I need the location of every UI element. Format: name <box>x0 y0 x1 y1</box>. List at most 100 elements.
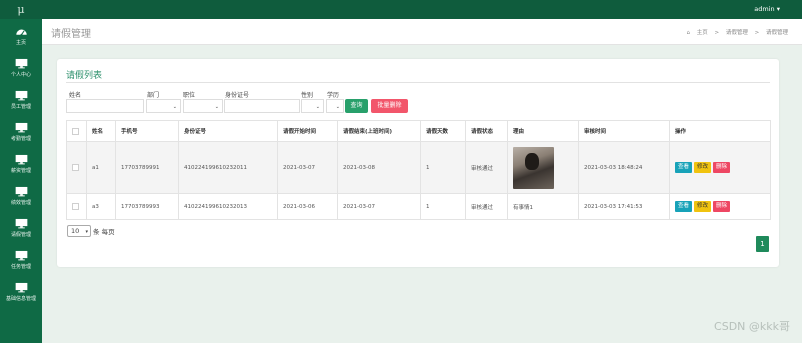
sidebar-item-employees[interactable]: 员工管理 <box>0 87 42 119</box>
page-size-label: 条 每页 <box>93 228 115 236</box>
select-all-cell <box>66 120 87 142</box>
idcard-cell: 410224199610232011 <box>178 141 278 194</box>
phone-cell: 17703789993 <box>115 193 179 220</box>
breadcrumb: ⌂ 主页 > 请假管理 > 请假管理 <box>681 28 788 36</box>
leave-table: 姓名 手机号 身份证号 请假开始时间 请假结束(上班时间) 请假天数 请假状态 … <box>66 120 771 220</box>
monitor-icon <box>15 154 27 165</box>
status-cell: 审核通过 <box>465 141 508 194</box>
batch-delete-button[interactable]: 批量删除 <box>371 99 408 113</box>
view-button[interactable]: 查看 <box>675 201 693 212</box>
sidebar-item-label: 基础信息管理 <box>5 296 36 302</box>
table-row: a1 17703789991 410224199610232011 2021-0… <box>66 141 771 194</box>
monitor-icon <box>15 90 27 101</box>
name-cell: a3 <box>86 193 116 220</box>
monitor-icon <box>15 218 27 229</box>
breadcrumb-separator: > <box>714 30 720 36</box>
chevron-down-icon: ⌄ <box>172 104 177 110</box>
sidebar-item-attendance[interactable]: 考勤管理 <box>0 119 42 151</box>
delete-button[interactable]: 删除 <box>713 201 731 212</box>
position-label: 职位 <box>183 92 196 99</box>
sidebar-item-salary[interactable]: 薪资管理 <box>0 151 42 183</box>
days-cell: 1 <box>420 141 466 194</box>
card-title: 请假列表 <box>66 71 103 81</box>
idcard-cell: 410224199610232013 <box>178 193 278 220</box>
column-header: 理由 <box>507 120 579 142</box>
name-cell: a1 <box>86 141 116 194</box>
home-icon: ⌂ <box>686 30 690 36</box>
row-checkbox[interactable] <box>72 203 79 210</box>
sidebar-item-label: 请假管理 <box>10 232 31 238</box>
status-cell: 审核通过 <box>465 193 508 220</box>
idcard-input[interactable] <box>224 99 300 113</box>
department-label: 部门 <box>147 92 160 99</box>
start-date-cell: 2021-03-07 <box>277 141 338 194</box>
view-button[interactable]: 查看 <box>675 162 693 173</box>
sidebar-item-tasks[interactable]: 任务管理 <box>0 247 42 279</box>
name-input[interactable] <box>66 99 144 113</box>
table-row: a3 17703789993 410224199610232013 2021-0… <box>66 193 771 220</box>
page-button-current[interactable]: 1 <box>756 236 769 252</box>
breadcrumb-separator: > <box>754 30 760 36</box>
top-bar: μ admin ▾ <box>0 0 802 19</box>
sidebar-item-label: 考勤管理 <box>10 136 31 142</box>
sidebar-item-label: 绩效管理 <box>10 200 31 206</box>
breadcrumb-section[interactable]: 请假管理 <box>726 30 748 36</box>
edit-button[interactable]: 修改 <box>694 162 712 173</box>
divider <box>66 82 770 83</box>
sidebar-item-label: 主页 <box>15 40 26 46</box>
edit-button[interactable]: 修改 <box>694 201 712 212</box>
gender-select[interactable]: ⌄ <box>301 99 324 113</box>
phone-cell: 17703789991 <box>115 141 179 194</box>
delete-button[interactable]: 删除 <box>713 162 731 173</box>
monitor-icon <box>15 58 27 69</box>
start-date-cell: 2021-03-06 <box>277 193 338 220</box>
chevron-down-icon: ▾ <box>85 229 88 235</box>
department-select[interactable]: ⌄ <box>146 99 181 113</box>
reason-cell <box>507 141 579 194</box>
user-menu[interactable]: admin ▾ <box>754 0 780 19</box>
column-header: 手机号 <box>115 120 179 142</box>
sidebar-item-profile[interactable]: 个人中心 <box>0 55 42 87</box>
chevron-down-icon: ⌄ <box>214 104 219 110</box>
idcard-label: 身份证号 <box>225 92 250 99</box>
select-all-checkbox[interactable] <box>72 127 79 135</box>
chevron-down-icon: ⌄ <box>315 104 320 110</box>
column-header: 请假天数 <box>420 120 466 142</box>
page-title: 请假管理 <box>51 29 91 40</box>
education-select[interactable]: ⌄ <box>326 99 344 113</box>
column-header: 姓名 <box>86 120 116 142</box>
end-date-cell: 2021-03-07 <box>337 193 421 220</box>
row-checkbox[interactable] <box>72 164 79 171</box>
audit-time-cell: 2021-03-03 18:48:24 <box>578 141 670 194</box>
monitor-icon <box>15 186 27 197</box>
table-header-row: 姓名 手机号 身份证号 请假开始时间 请假结束(上班时间) 请假天数 请假状态 … <box>66 120 771 142</box>
sidebar-item-label: 员工管理 <box>10 104 31 110</box>
row-select-cell <box>66 141 87 194</box>
breadcrumb-current: 请假管理 <box>765 30 788 36</box>
sidebar-item-leave[interactable]: 请假管理 <box>0 215 42 247</box>
column-header: 操作 <box>669 120 771 142</box>
app-logo[interactable]: μ <box>0 0 42 19</box>
sidebar-item-basic-info[interactable]: 基础信息管理 <box>0 279 42 311</box>
breadcrumb-home[interactable]: 主页 <box>697 30 708 36</box>
column-header: 请假开始时间 <box>277 120 338 142</box>
dashboard-icon <box>15 29 27 36</box>
search-button[interactable]: 查询 <box>345 99 368 113</box>
monitor-icon <box>15 282 27 293</box>
page-size-control: 10 ▾ 条 每页 <box>67 225 115 237</box>
sidebar-item-label: 个人中心 <box>10 72 31 78</box>
row-select-cell <box>66 193 87 220</box>
sidebar-item-label: 任务管理 <box>10 264 31 270</box>
column-header: 身份证号 <box>178 120 278 142</box>
chevron-down-icon: ⌄ <box>335 104 340 110</box>
column-header: 请假结束(上班时间) <box>337 120 421 142</box>
education-label: 学历 <box>327 92 340 99</box>
column-header: 请假状态 <box>465 120 508 142</box>
reason-image <box>513 146 554 189</box>
position-select[interactable]: ⌄ <box>183 99 223 113</box>
sidebar-item-performance[interactable]: 绩效管理 <box>0 183 42 215</box>
actions-cell: 查看 修改 删除 <box>669 193 771 220</box>
page-size-select[interactable]: 10 ▾ <box>67 225 91 237</box>
sidebar-item-home[interactable]: 主页 <box>0 23 42 55</box>
actions-cell: 查看 修改 删除 <box>669 141 771 194</box>
